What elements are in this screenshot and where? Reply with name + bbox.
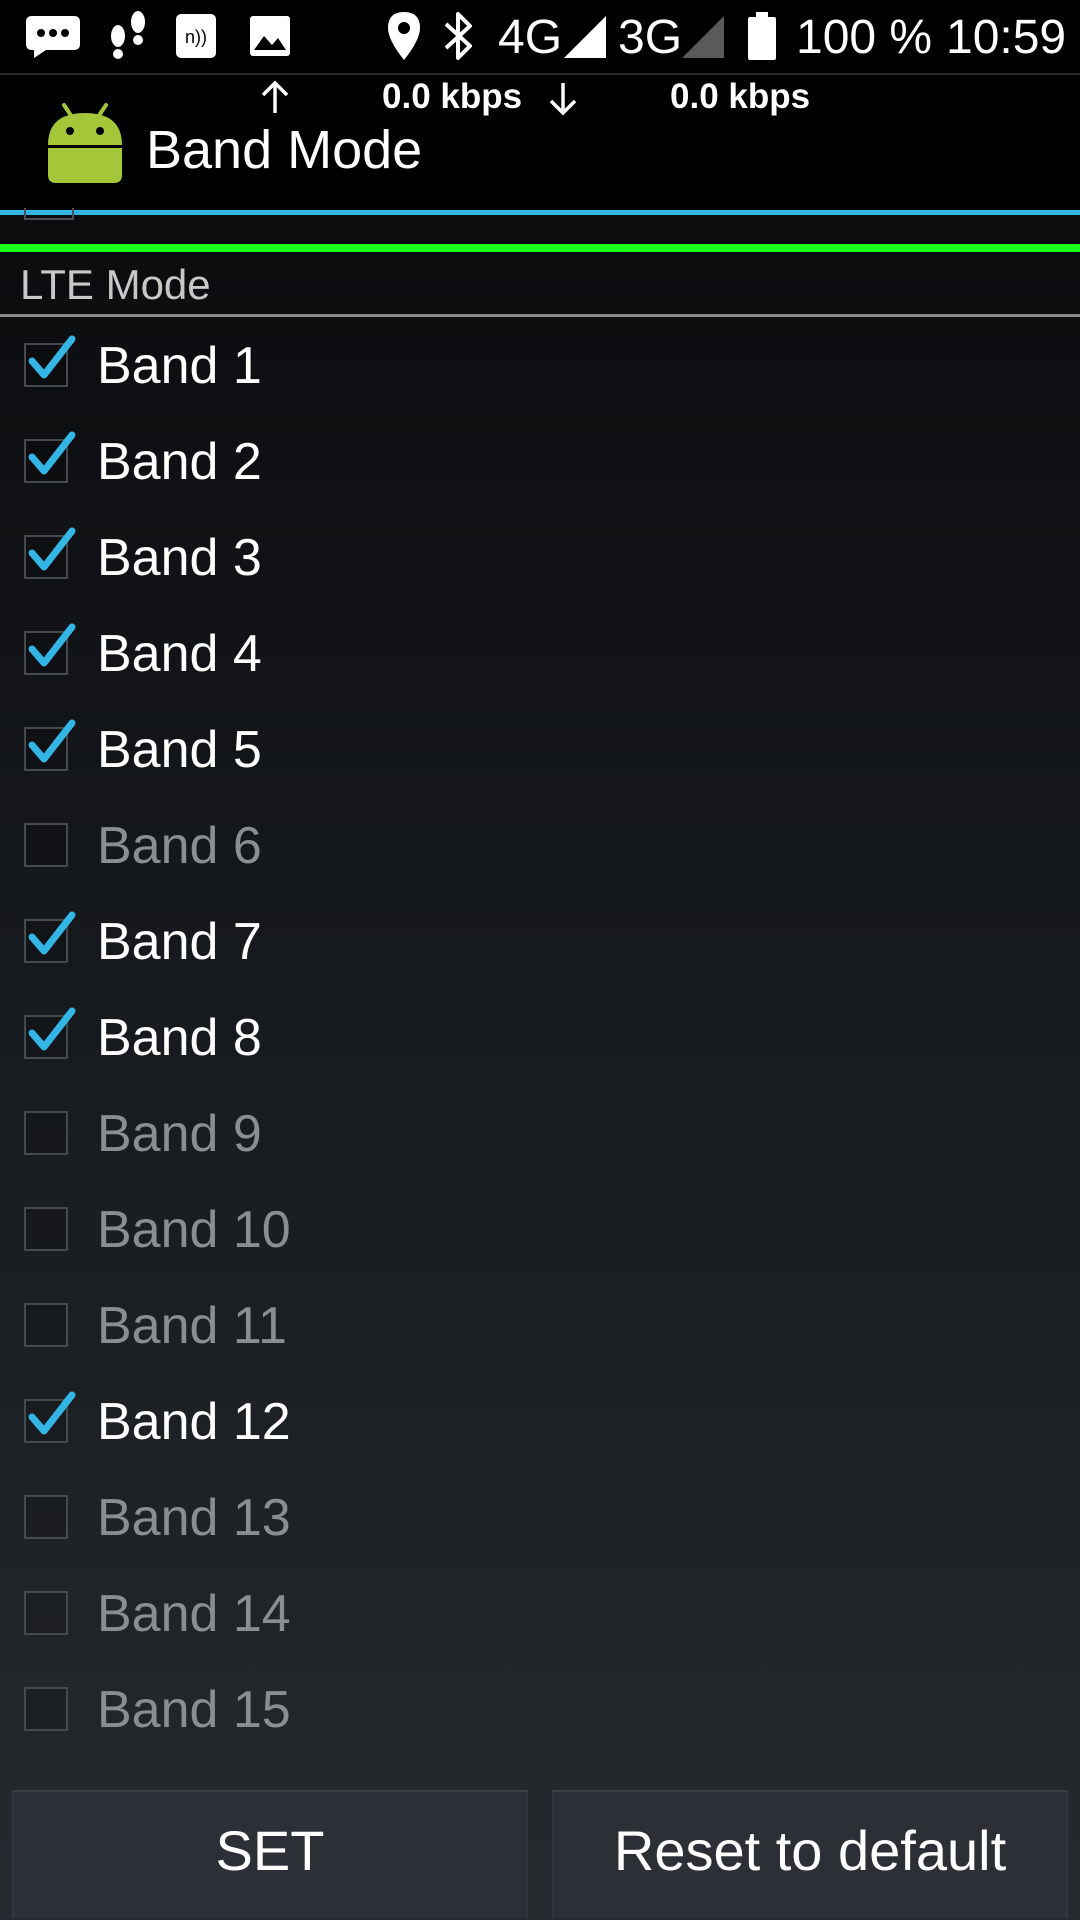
- footsteps-icon: [111, 11, 145, 59]
- page-title: Band Mode: [146, 120, 423, 180]
- svg-text:n)): n)): [185, 27, 207, 47]
- band-checkbox-checked[interactable]: [24, 1391, 76, 1443]
- checkmark-icon: [28, 335, 76, 379]
- battery-percentage: 100 %: [796, 11, 933, 64]
- signal-4g-icon: [564, 16, 606, 58]
- band-label: Band 1: [97, 337, 262, 395]
- checkmark-icon: [28, 1391, 76, 1435]
- button-bar: SET Reset to default: [0, 1780, 1080, 1920]
- band-checkbox-unchecked[interactable]: [24, 823, 68, 867]
- band-label: Band 15: [97, 1681, 291, 1739]
- band-row[interactable]: Band 1: [0, 318, 1080, 414]
- band-row[interactable]: Band 14: [0, 1566, 1080, 1662]
- band-label: Band 6: [97, 817, 262, 875]
- band-label: Band 4: [97, 625, 262, 683]
- chat-icon: [26, 16, 80, 58]
- checkmark-icon: [28, 1007, 76, 1051]
- band-row[interactable]: Band 12: [0, 1374, 1080, 1470]
- band-checkbox-checked[interactable]: [24, 527, 76, 579]
- bluetooth-icon: [444, 12, 472, 60]
- band-label: Band 13: [97, 1489, 291, 1547]
- band-checkbox-unchecked[interactable]: [24, 1111, 68, 1155]
- download-arrow-icon: [549, 83, 577, 116]
- checkmark-icon: [28, 719, 76, 763]
- band-label: Band 14: [97, 1585, 291, 1643]
- band-checkbox-checked[interactable]: [24, 1007, 76, 1059]
- action-bar: 0.0 kbps 0.0 kbps Band Mode: [0, 75, 1080, 210]
- action-bar-accent-line: [0, 210, 1080, 215]
- clock: 10:59: [946, 11, 1067, 64]
- band-checkbox-unchecked[interactable]: [24, 1303, 68, 1347]
- band-checkbox-unchecked[interactable]: [24, 1207, 68, 1251]
- band-row[interactable]: Band 9: [0, 1086, 1080, 1182]
- band-label: Band 10: [97, 1201, 291, 1259]
- band-checkbox-unchecked[interactable]: [24, 1591, 68, 1635]
- checkmark-icon: [28, 431, 76, 475]
- band-checkbox-checked[interactable]: [24, 335, 76, 387]
- upload-arrow-icon: [261, 80, 289, 113]
- band-label: Band 5: [97, 721, 262, 779]
- band-checkbox-checked[interactable]: [24, 911, 76, 963]
- band-label: Band 12: [97, 1393, 291, 1451]
- lte-mode-header: LTE Mode: [20, 261, 211, 308]
- band-checkbox-checked[interactable]: [24, 623, 76, 675]
- band-row[interactable]: Band 7: [0, 894, 1080, 990]
- location-icon: [388, 12, 420, 60]
- checkmark-icon: [28, 623, 76, 667]
- signal-3g-icon: [682, 16, 724, 58]
- network-4g-label: 4G: [498, 11, 563, 64]
- band-checkbox-checked[interactable]: [24, 719, 76, 771]
- nfc-icon: n)): [176, 14, 216, 58]
- band-row[interactable]: Band 4: [0, 606, 1080, 702]
- band-label: Band 9: [97, 1105, 262, 1163]
- band-row[interactable]: Band 6: [0, 798, 1080, 894]
- upload-speed: 0.0 kbps: [382, 77, 523, 116]
- band-row[interactable]: Band 10: [0, 1182, 1080, 1278]
- band-checkbox-unchecked[interactable]: [24, 1495, 68, 1539]
- band-checkbox-checked[interactable]: [24, 431, 76, 483]
- set-button[interactable]: SET: [12, 1790, 528, 1918]
- band-checkbox-unchecked[interactable]: [24, 1687, 68, 1731]
- status-bar: n)) 4G 3G 100 % 10:59: [0, 0, 1080, 74]
- battery-icon: [748, 12, 776, 60]
- band-row[interactable]: Band 11: [0, 1278, 1080, 1374]
- green-divider-line: [0, 244, 1080, 252]
- section-divider: [0, 314, 1080, 317]
- reset-to-default-button[interactable]: Reset to default: [552, 1790, 1068, 1918]
- band-label: Band 7: [97, 913, 262, 971]
- band-row[interactable]: Band 5: [0, 702, 1080, 798]
- band-row[interactable]: Band 15: [0, 1662, 1080, 1758]
- network-3g-label: 3G: [618, 11, 683, 64]
- checkmark-icon: [28, 911, 76, 955]
- band-label: Band 8: [97, 1009, 262, 1067]
- band-label: Band 11: [97, 1297, 287, 1355]
- download-speed: 0.0 kbps: [670, 77, 811, 116]
- image-icon: [250, 16, 290, 56]
- band-row[interactable]: Band 8: [0, 990, 1080, 1086]
- checkmark-icon: [28, 527, 76, 571]
- android-icon: [48, 103, 122, 183]
- band-label: Band 2: [97, 433, 262, 491]
- band-row[interactable]: Band 2: [0, 414, 1080, 510]
- band-row[interactable]: Band 3: [0, 510, 1080, 606]
- band-mode-screen: n)) 4G 3G 100 % 10:59 0.0 kbps 0.0 kbps …: [0, 0, 1080, 1920]
- band-label: Band 3: [97, 529, 262, 587]
- scrolled-checkbox-edge: [24, 208, 74, 220]
- band-row[interactable]: Band 13: [0, 1470, 1080, 1566]
